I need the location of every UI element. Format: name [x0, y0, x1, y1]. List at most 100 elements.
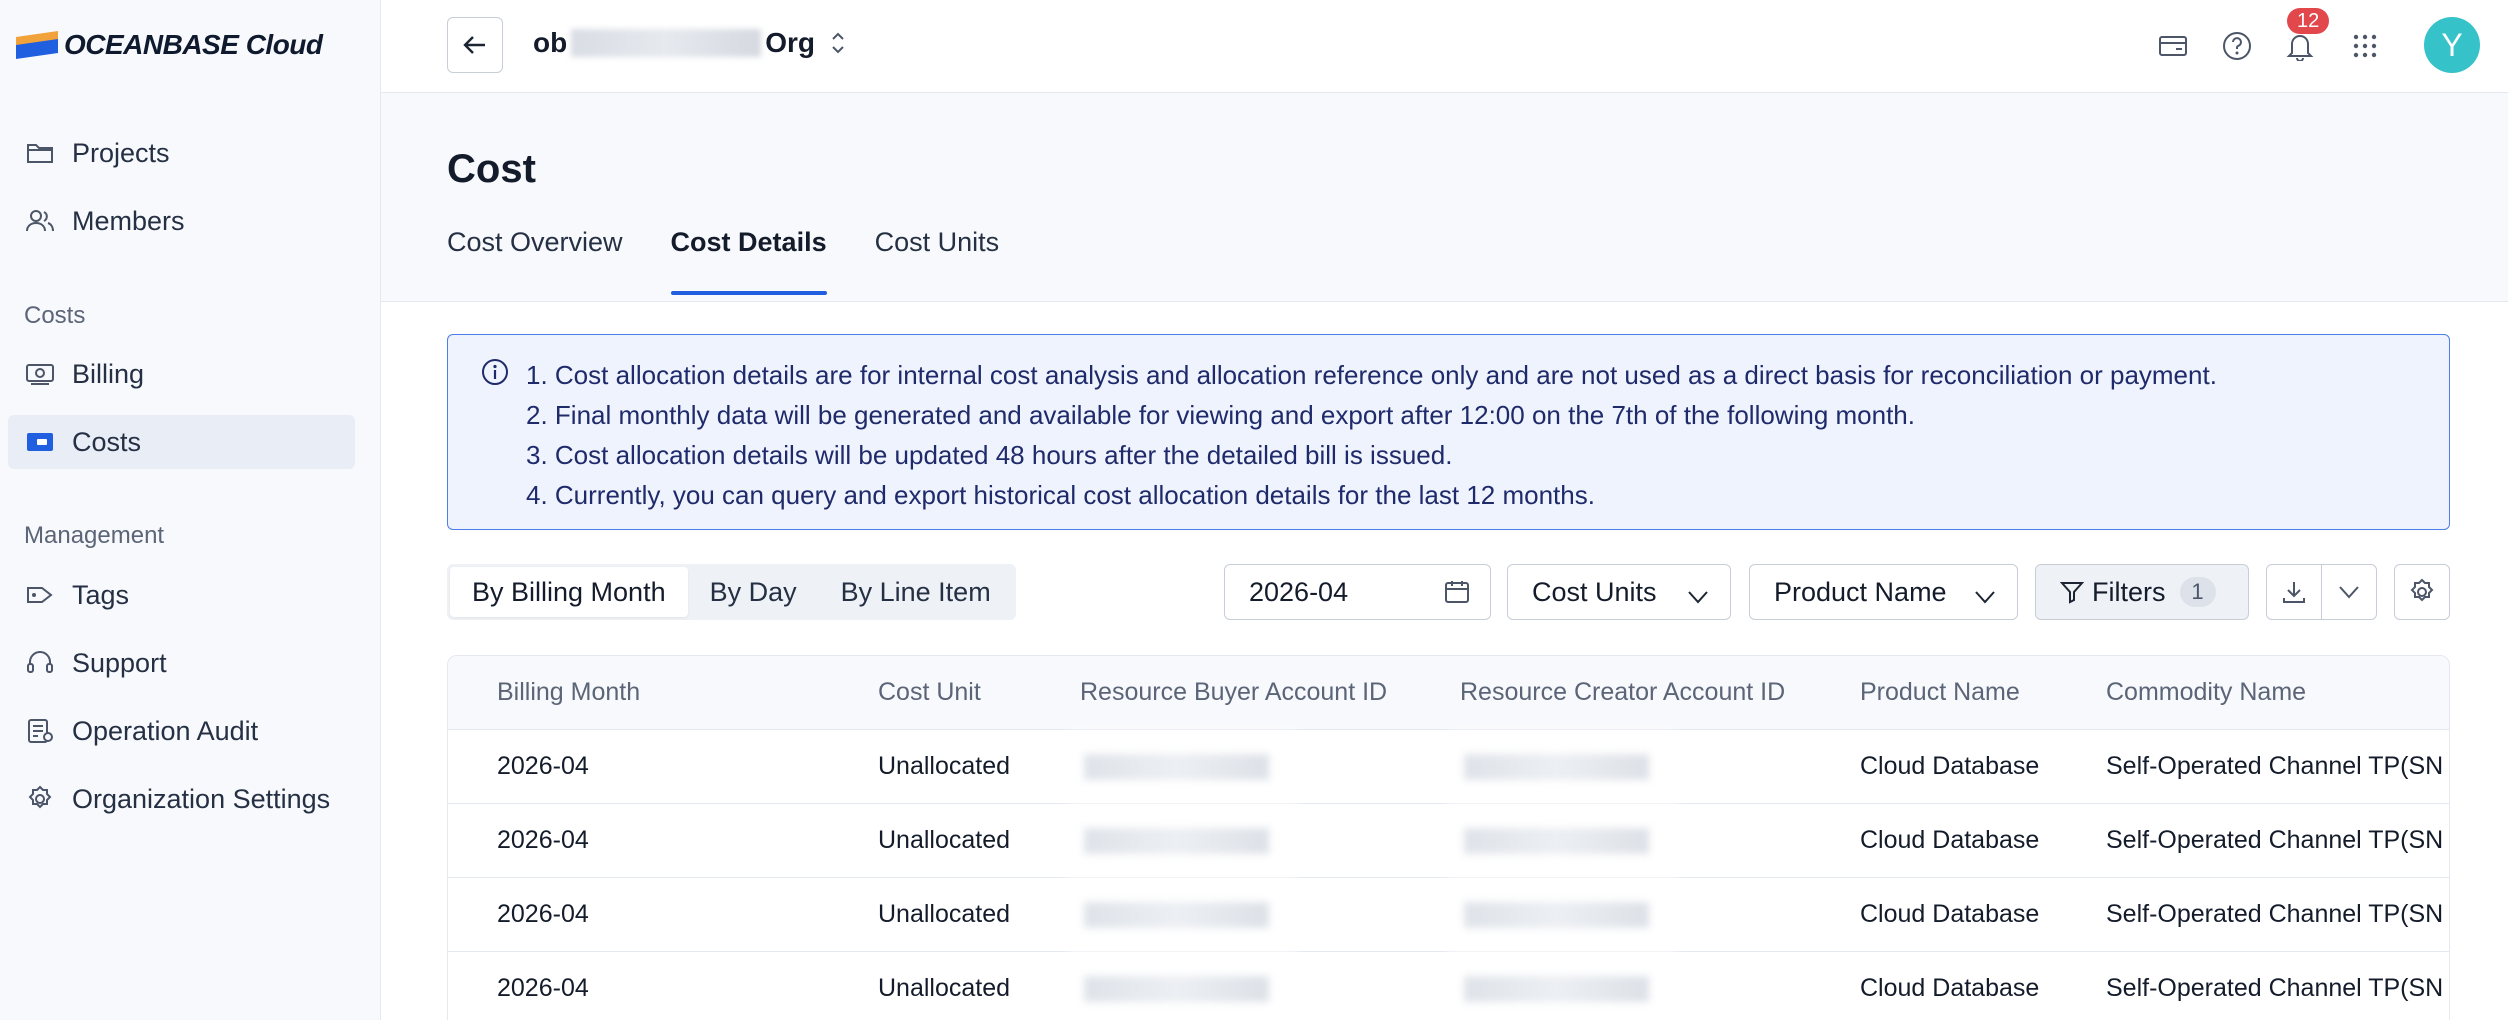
cell-resource-creator-account-id-redacted	[1464, 828, 1649, 854]
page-title: Cost	[447, 147, 536, 191]
page-tabs: Cost Overview Cost Details Cost Units	[447, 227, 1047, 295]
logo-mark-icon	[16, 31, 58, 59]
sidebar-item-costs[interactable]: Costs	[8, 415, 355, 469]
product-name-select-label: Product Name	[1774, 576, 1947, 607]
cell-resource-creator-account-id-redacted	[1464, 902, 1649, 928]
cost-details-table: Billing Month Cost Unit Resource Buyer A…	[447, 655, 2450, 1020]
export-button[interactable]	[2266, 564, 2322, 620]
cell-resource-buyer-account-id-redacted	[1084, 754, 1269, 780]
billing-icon	[24, 360, 56, 388]
info-icon	[480, 357, 510, 392]
cell-billing-month: 2026-04	[497, 900, 589, 928]
sidebar-item-label: Projects	[72, 137, 170, 168]
column-header-billing-month[interactable]: Billing Month	[497, 678, 640, 707]
top-header: ob Org 12 Y	[381, 0, 2508, 93]
notice-line: 2. Final monthly data will be generated …	[526, 400, 1915, 430]
filters-label: Filters	[2092, 576, 2166, 607]
folder-icon	[24, 139, 56, 167]
cell-resource-buyer-account-id-redacted	[1084, 828, 1269, 854]
logo-text: OCEANBASE Cloud	[64, 29, 323, 60]
column-header-resource-buyer-account-id[interactable]: Resource Buyer Account ID	[1080, 678, 1387, 707]
table-row[interactable]: 2026-04 Unallocated Cloud Database Self-…	[448, 952, 2449, 1020]
table-settings-button[interactable]	[2394, 564, 2450, 620]
granularity-segmented-control: By Billing Month By Day By Line Item	[447, 564, 1016, 620]
cell-billing-month: 2026-04	[497, 826, 589, 854]
tab-cost-overview[interactable]: Cost Overview	[447, 227, 623, 295]
arrow-left-icon	[463, 36, 485, 54]
sidebar-item-operation-audit[interactable]: Operation Audit	[8, 704, 355, 758]
org-name-suffix: Org	[765, 27, 815, 58]
sidebar-item-label: Members	[72, 205, 185, 236]
apps-grid-icon[interactable]	[2345, 26, 2385, 66]
column-header-resource-creator-account-id[interactable]: Resource Creator Account ID	[1460, 678, 1785, 707]
notice-line: 1. Cost allocation details are for inter…	[526, 360, 2217, 390]
org-name-prefix: ob	[533, 27, 568, 58]
chevron-down-icon	[2339, 586, 2359, 599]
help-icon[interactable]	[2217, 26, 2257, 66]
cell-commodity-name: Self-Operated Channel TP(SN	[2106, 826, 2444, 854]
cell-resource-buyer-account-id-redacted	[1084, 902, 1269, 928]
sidebar-section-management: Management	[24, 522, 165, 549]
table-row[interactable]: 2026-04 Unallocated Cloud Database Self-…	[448, 730, 2449, 804]
month-picker[interactable]: 2026-04	[1224, 564, 1491, 620]
sidebar-item-label: Operation Audit	[72, 715, 259, 746]
table-row[interactable]: 2026-04 Unallocated Cloud Database Self-…	[448, 878, 2449, 952]
audit-icon	[24, 717, 56, 745]
cell-commodity-name: Self-Operated Channel TP(SN	[2106, 974, 2444, 1002]
sidebar-item-label: Support	[72, 647, 167, 678]
column-header-product-name[interactable]: Product Name	[1860, 678, 2020, 707]
filters-count-badge: 1	[2179, 577, 2216, 607]
cell-product-name: Cloud Database	[1860, 752, 2040, 780]
back-button[interactable]	[447, 17, 503, 73]
chevron-down-icon	[1973, 583, 1997, 614]
cell-billing-month: 2026-04	[497, 752, 589, 780]
cell-commodity-name: Self-Operated Channel TP(SN	[2106, 900, 2444, 928]
notice-line: 3. Cost allocation details will be updat…	[526, 440, 1453, 470]
sidebar-item-tags[interactable]: Tags	[8, 568, 355, 622]
column-header-commodity-name[interactable]: Commodity Name	[2106, 678, 2306, 707]
month-picker-value: 2026-04	[1249, 576, 1349, 607]
segment-by-line-item[interactable]: By Line Item	[819, 567, 1013, 617]
tab-cost-units[interactable]: Cost Units	[875, 227, 1000, 295]
notice-line: 4. Currently, you can query and export h…	[526, 480, 1595, 510]
org-name-redacted	[571, 29, 762, 57]
logo[interactable]: OCEANBASE Cloud	[16, 29, 323, 60]
cell-product-name: Cloud Database	[1860, 900, 2040, 928]
table-header: Billing Month Cost Unit Resource Buyer A…	[448, 656, 2449, 730]
org-switcher[interactable]: ob Org	[533, 27, 847, 59]
cell-product-name: Cloud Database	[1860, 974, 2040, 1002]
sidebar-item-members[interactable]: Members	[8, 194, 355, 248]
sidebar-item-support[interactable]: Support	[8, 636, 355, 690]
cost-details-panel: 1. Cost allocation details are for inter…	[381, 302, 2508, 1020]
cell-cost-unit: Unallocated	[878, 900, 1011, 928]
cell-resource-buyer-account-id-redacted	[1084, 976, 1269, 1002]
filter-funnel-icon	[2060, 580, 2084, 604]
export-dropdown-button[interactable]	[2321, 564, 2377, 620]
sidebar-item-billing[interactable]: Billing	[8, 347, 355, 401]
sidebar-item-label: Billing	[72, 358, 145, 389]
sidebar-item-organization-settings[interactable]: Organization Settings	[8, 772, 355, 826]
billing-card-icon[interactable]	[2153, 26, 2193, 66]
tag-icon	[24, 581, 56, 609]
tab-cost-details[interactable]: Cost Details	[670, 227, 827, 295]
product-name-select[interactable]: Product Name	[1749, 564, 2018, 620]
gear-icon	[2410, 578, 2434, 602]
sidebar-item-label: Organization Settings	[72, 783, 331, 814]
table-row[interactable]: 2026-04 Unallocated Cloud Database Self-…	[448, 804, 2449, 878]
chevron-down-icon	[1686, 583, 1710, 614]
sidebar: OCEANBASE Cloud Projects Members Costs B…	[0, 0, 381, 1020]
gear-icon	[24, 785, 56, 813]
headset-icon	[24, 649, 56, 677]
cost-units-select-label: Cost Units	[1532, 576, 1657, 607]
cell-product-name: Cloud Database	[1860, 826, 2040, 854]
cell-billing-month: 2026-04	[497, 974, 589, 1002]
avatar[interactable]: Y	[2424, 17, 2480, 73]
segment-by-billing-month[interactable]: By Billing Month	[450, 567, 688, 617]
filters-button[interactable]: Filters 1	[2035, 564, 2249, 620]
chevron-up-down-icon	[829, 29, 847, 57]
sidebar-item-label: Costs	[72, 426, 142, 457]
sidebar-item-projects[interactable]: Projects	[8, 126, 355, 180]
cost-units-select[interactable]: Cost Units	[1507, 564, 1731, 620]
segment-by-day[interactable]: By Day	[688, 567, 819, 617]
column-header-cost-unit[interactable]: Cost Unit	[878, 678, 981, 707]
